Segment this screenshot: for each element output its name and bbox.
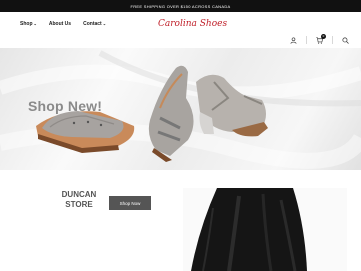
hero-banner[interactable]: Shop New! [0, 48, 361, 170]
store-product-image[interactable] [183, 188, 347, 271]
main-nav: Shop⌄ About Us Contact⌄ [20, 21, 106, 27]
black-skirt-image [183, 188, 347, 271]
nav-item-contact[interactable]: Contact⌄ [83, 21, 106, 27]
site-logo[interactable]: Carolina Shoes [158, 14, 227, 34]
cart-count-badge: 0 [321, 33, 326, 39]
divider [332, 36, 333, 44]
store-title: DUNCAN STORE [61, 190, 97, 209]
announcement-bar: FREE SHIPPING OVER $150 ACROSS CANADA [0, 0, 361, 12]
shop-now-button[interactable]: Shop Now [109, 196, 151, 210]
hero-title: Shop New! [28, 98, 103, 114]
cart-button[interactable]: 0 [316, 33, 326, 44]
user-icon[interactable] [290, 36, 297, 44]
search-icon[interactable] [342, 36, 349, 44]
announcement-text: FREE SHIPPING OVER $150 ACROSS CANADA [130, 3, 231, 9]
nav-item-about-us[interactable]: About Us [49, 21, 71, 27]
divider [306, 36, 307, 44]
nav-item-shop[interactable]: Shop⌄ [20, 21, 37, 27]
chevron-down-icon: ⌄ [33, 21, 37, 26]
header-icons: 0 [290, 33, 349, 44]
chevron-down-icon: ⌄ [102, 21, 107, 26]
